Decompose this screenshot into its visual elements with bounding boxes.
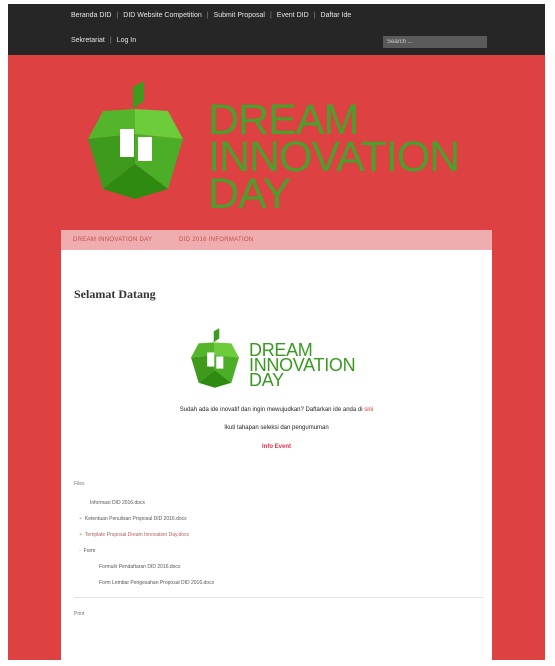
file-item[interactable]: Form Lembar Pengesahan Proposal DID 2016…: [96, 580, 214, 586]
tab-dream-innovation-day[interactable]: DREAM INNOVATION DAY: [73, 237, 152, 243]
nav-separator: |: [206, 12, 209, 19]
top-nav-row1: Beranda DID | DID Website Competition | Subm…: [71, 12, 351, 19]
divider: [74, 597, 484, 598]
nav-link-event[interactable]: Event DID: [277, 12, 309, 19]
file-item[interactable]: Informasi DID 2016.docx: [87, 500, 145, 506]
intro-link[interactable]: sini: [364, 407, 373, 413]
intro-text: Sudah ada ide inovatif dan ingin mewujud…: [179, 407, 363, 413]
file-item[interactable]: + Ketentuan Penulisan Proposal DID 2016.d…: [79, 516, 187, 522]
top-nav-row2: Sekretariat | Log In: [71, 37, 136, 44]
tab-did-2016-information[interactable]: DID 2016 INFORMATION: [179, 237, 254, 243]
logo-line: DAY: [208, 170, 291, 218]
logo-line: DAY: [249, 370, 284, 390]
apple-logo-small-icon: [191, 328, 239, 388]
search-input[interactable]: [383, 36, 487, 48]
nav-link-submit-proposal[interactable]: Submit Proposal: [214, 12, 265, 19]
expand-icon[interactable]: +: [79, 516, 82, 522]
expand-icon[interactable]: +: [79, 532, 82, 538]
intro-paragraph: Sudah ada ide inovatif dan ingin mewujud…: [61, 407, 492, 413]
folder-name: Form: [83, 548, 96, 554]
nav-separator: |: [116, 12, 119, 19]
apple-logo-icon: [88, 81, 183, 199]
collapse-icon[interactable]: -: [79, 548, 81, 554]
print-link[interactable]: Print: [74, 611, 84, 617]
file-name: Formulir Pendaftaran DID 2016.docx: [99, 564, 181, 570]
files-section-label: Files: [74, 481, 85, 487]
file-name: Template Proposal Dream Innovation Day.d…: [84, 532, 190, 538]
nav-link-login[interactable]: Log In: [117, 37, 136, 44]
nav-separator: |: [313, 12, 316, 19]
nav-separator: |: [109, 37, 112, 44]
info-event-link[interactable]: Info Event: [61, 444, 492, 450]
nav-link-beranda[interactable]: Beranda DID: [71, 12, 111, 19]
nav-separator: |: [269, 12, 272, 19]
file-name: Informasi DID 2016.docx: [90, 500, 146, 506]
header-logo-text: DREAM INNOVATION DAY: [208, 99, 460, 218]
top-nav-bar: Beranda DID | DID Website Competition | Subm…: [8, 4, 545, 55]
file-name: Ketentuan Penulisan Proposal DID 2016.do…: [84, 516, 187, 522]
main-content: DREAM INNOVATION DAY DID 2016 INFORMATIO…: [61, 230, 492, 660]
file-name: Form Lembar Pengesahan Proposal DID 2016…: [99, 580, 215, 586]
file-item[interactable]: Formulir Pendaftaran DID 2016.docx: [96, 564, 180, 570]
nav-link-daftar-ide[interactable]: Daftar Ide: [321, 12, 352, 19]
file-item[interactable]: - Form: [79, 548, 95, 554]
content-logo-text: DREAM INNOVATION DAY: [249, 341, 356, 390]
nav-link-sekretariat[interactable]: Sekretariat: [71, 37, 105, 44]
info-line: Ikuti tahapan seleksi dan pengumuman: [224, 425, 329, 431]
page-frame: Beranda DID | DID Website Competition | Subm…: [8, 4, 545, 660]
nav-link-competition[interactable]: DID Website Competition: [123, 12, 201, 19]
content-tabs: DREAM INNOVATION DAY DID 2016 INFORMATIO…: [61, 230, 492, 250]
page-title: Selamat Datang: [74, 287, 156, 301]
file-item[interactable]: + Template Proposal Dream Innovation Day.…: [79, 532, 189, 538]
